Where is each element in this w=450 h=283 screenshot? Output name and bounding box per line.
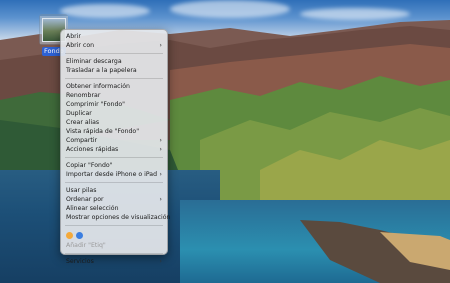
menu-item-label: Alinear selección — [66, 205, 119, 212]
menu-item-label: Abrir — [66, 33, 81, 40]
menu-item-clean-up-selection[interactable]: Alinear selección — [61, 204, 167, 213]
menu-item-label: Compartir — [66, 137, 98, 144]
menu-item-use-stacks[interactable]: Usar pilas — [61, 186, 167, 195]
menu-item-rename[interactable]: Renombrar — [61, 91, 167, 100]
menu-separator — [65, 182, 163, 183]
menu-item-label: Duplicar — [66, 110, 92, 117]
menu-item-make-alias[interactable]: Crear alias — [61, 118, 167, 127]
chevron-right-icon: › — [159, 41, 162, 49]
menu-item-label: Añadir "Etiq" — [66, 242, 106, 249]
tag-orange-icon[interactable] — [66, 231, 73, 239]
menu-item-label: Crear alias — [66, 119, 100, 126]
menu-item-sort-by[interactable]: Ordenar por › — [61, 195, 167, 204]
menu-item-open-with[interactable]: Abrir con › — [61, 41, 167, 50]
menu-item-share[interactable]: Compartir › — [61, 136, 167, 145]
chevron-right-icon: › — [159, 257, 162, 265]
menu-item-open[interactable]: Abrir — [61, 32, 167, 41]
menu-item-import-from-iphone[interactable]: Importar desde iPhone o iPad › — [61, 170, 167, 179]
tag-row — [61, 229, 167, 241]
menu-item-label: Copiar "Fondo" — [66, 162, 113, 169]
menu-item-add-tags: Añadir "Etiq" — [61, 241, 167, 250]
menu-item-compress[interactable]: Comprimir "Fondo" — [61, 100, 167, 109]
menu-item-label: Obtener información — [66, 83, 130, 90]
menu-item-label: Usar pilas — [66, 187, 97, 194]
menu-item-quick-actions[interactable]: Acciones rápidas › — [61, 145, 167, 154]
context-menu: Abrir Abrir con › Eliminar descarga Trasl… — [60, 29, 171, 265]
menu-item-label: Comprimir "Fondo" — [66, 101, 126, 108]
menu-item-label: Mostrar opciones de visualización — [66, 214, 171, 221]
menu-item-label: Ordenar por — [66, 196, 104, 203]
menu-item-delete-download[interactable]: Eliminar descarga — [61, 57, 167, 66]
menu-item-get-info[interactable]: Obtener información — [61, 82, 167, 91]
chevron-right-icon: › — [159, 136, 162, 144]
menu-item-services[interactable]: Servicios › — [61, 257, 167, 266]
menu-item-copy[interactable]: Copiar "Fondo" — [61, 161, 167, 170]
menu-item-quick-look[interactable]: Vista rápida de "Fondo" — [61, 127, 167, 136]
menu-item-label: Acciones rápidas — [66, 146, 119, 153]
menu-separator — [65, 78, 163, 79]
menu-item-label: Renombrar — [66, 92, 101, 99]
menu-item-label: Vista rápida de "Fondo" — [66, 128, 140, 135]
menu-item-label: Importar desde iPhone o iPad — [66, 171, 157, 178]
menu-item-label: Trasladar a la papelera — [66, 67, 137, 74]
menu-item-label: Abrir con — [66, 42, 95, 49]
chevron-right-icon: › — [159, 195, 162, 203]
menu-item-duplicate[interactable]: Duplicar — [61, 109, 167, 118]
menu-item-move-to-trash[interactable]: Trasladar a la papelera — [61, 66, 167, 75]
chevron-right-icon: › — [159, 145, 162, 153]
menu-separator — [65, 225, 163, 226]
chevron-right-icon: › — [159, 170, 162, 178]
menu-item-label: Servicios — [66, 258, 94, 265]
menu-separator — [65, 53, 163, 54]
menu-item-label: Eliminar descarga — [66, 58, 122, 65]
tag-blue-icon[interactable] — [76, 231, 83, 239]
menu-item-show-view-options[interactable]: Mostrar opciones de visualización — [61, 213, 171, 222]
menu-separator — [65, 253, 163, 254]
menu-separator — [65, 157, 163, 158]
